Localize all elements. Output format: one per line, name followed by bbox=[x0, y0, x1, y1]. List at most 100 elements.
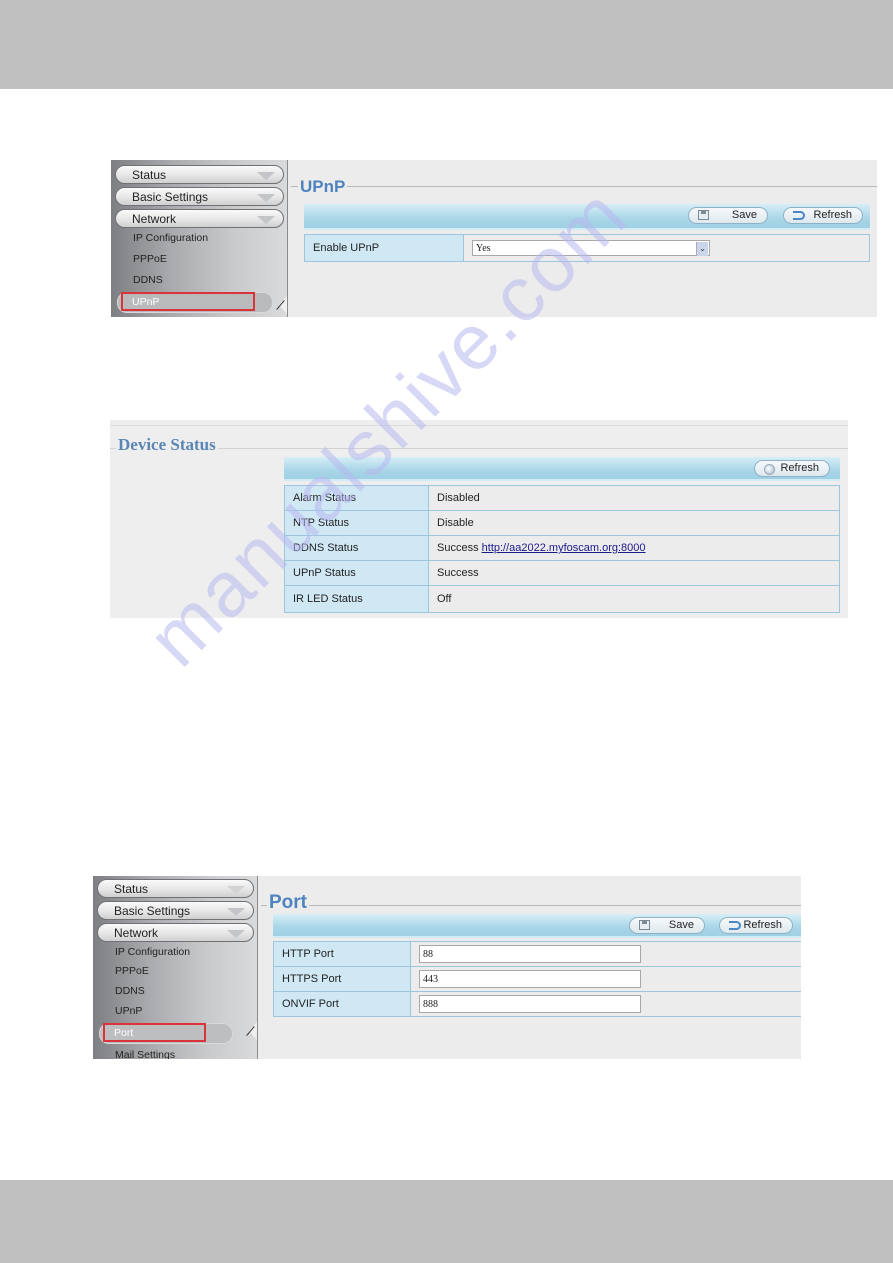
refresh-label: Refresh bbox=[743, 919, 782, 931]
toolbar: Save Refresh bbox=[304, 204, 870, 230]
fieldset-border bbox=[110, 425, 848, 426]
status-label: IR LED Status bbox=[284, 585, 429, 613]
status-value: Success bbox=[428, 560, 840, 586]
port-value: 443 bbox=[410, 966, 801, 992]
chevron-down-icon bbox=[257, 172, 275, 180]
refresh-label: Refresh bbox=[780, 462, 819, 474]
enable-upnp-select[interactable]: Yes ⌄ bbox=[472, 240, 710, 256]
https-port-input[interactable]: 443 bbox=[419, 970, 641, 988]
refresh-button[interactable]: Refresh bbox=[783, 207, 863, 224]
sidebar-item-mail-settings[interactable]: Mail Settings bbox=[93, 1044, 257, 1059]
save-button[interactable]: Save bbox=[629, 917, 705, 934]
device-status-table: Alarm Status Disabled NTP Status Disable… bbox=[284, 485, 840, 613]
save-button[interactable]: Save bbox=[688, 207, 768, 224]
menu-network[interactable]: Network bbox=[97, 923, 254, 942]
sidebar-item-port[interactable]: Port bbox=[99, 1023, 233, 1044]
section-title: Device Status bbox=[116, 435, 218, 455]
toolbar: Save Refresh bbox=[273, 914, 801, 938]
menu-label: Basic Settings bbox=[114, 904, 191, 918]
sidebar-item-ddns[interactable]: DDNS bbox=[111, 270, 287, 291]
port-label: HTTP Port bbox=[273, 941, 411, 967]
sidebar-item-ddns[interactable]: DDNS bbox=[93, 981, 257, 1001]
select-value: Yes bbox=[476, 243, 491, 254]
chevron-down-icon bbox=[227, 908, 245, 916]
menu-basic-settings[interactable]: Basic Settings bbox=[97, 901, 254, 920]
port-settings-screenshot: Status Basic Settings Network IP Configu… bbox=[93, 876, 801, 1059]
status-value: Success http://aa2022.myfoscam.org:8000 bbox=[428, 535, 840, 561]
menu-label: Status bbox=[114, 882, 149, 896]
menu-label: Status bbox=[132, 168, 167, 182]
save-icon bbox=[698, 210, 709, 220]
menu-network[interactable]: Network bbox=[115, 209, 284, 228]
refresh-icon bbox=[729, 921, 741, 930]
page-footer-band bbox=[0, 1180, 893, 1263]
menu-label: Basic Settings bbox=[132, 190, 209, 204]
port-value: 88 bbox=[410, 941, 801, 967]
highlight-box bbox=[121, 292, 255, 311]
save-label: Save bbox=[731, 209, 757, 221]
section-title: UPnP bbox=[298, 177, 348, 197]
status-value: Disabled bbox=[428, 485, 840, 511]
table-row: UPnP Status Success bbox=[284, 560, 840, 586]
menu-status[interactable]: Status bbox=[115, 165, 284, 184]
toolbar: Refresh bbox=[284, 457, 840, 481]
status-label: Alarm Status bbox=[284, 485, 429, 511]
table-row: ONVIF Port 888 bbox=[273, 991, 801, 1017]
port-value: 888 bbox=[410, 991, 801, 1017]
table-row: Enable UPnP Yes ⌄ bbox=[304, 234, 870, 262]
sidebar: Status Basic Settings Network IP Configu… bbox=[93, 876, 258, 1059]
status-value: Off bbox=[428, 585, 840, 613]
refresh-label: Refresh bbox=[813, 209, 852, 221]
save-icon bbox=[639, 920, 650, 930]
refresh-icon bbox=[764, 464, 775, 475]
menu-basic-settings[interactable]: Basic Settings bbox=[115, 187, 284, 206]
chevron-down-icon bbox=[227, 930, 245, 938]
status-label: UPnP Status bbox=[284, 560, 429, 586]
onvif-port-input[interactable]: 888 bbox=[419, 995, 641, 1013]
table-row: DDNS Status Success http://aa2022.myfosc… bbox=[284, 535, 840, 561]
upnp-settings-screenshot: Status Basic Settings Network IP Configu… bbox=[111, 160, 877, 317]
table-row: IR LED Status Off bbox=[284, 585, 840, 613]
chevron-down-icon bbox=[257, 194, 275, 202]
port-label: HTTPS Port bbox=[273, 966, 411, 992]
sidebar-item-pppoe[interactable]: PPPoE bbox=[111, 249, 287, 270]
port-label: ONVIF Port bbox=[273, 991, 411, 1017]
save-label: Save bbox=[668, 919, 694, 931]
table-row: HTTP Port 88 bbox=[273, 941, 801, 967]
fieldset-border bbox=[110, 448, 848, 449]
page-header-band bbox=[0, 0, 893, 89]
sidebar-item-ip-configuration[interactable]: IP Configuration bbox=[111, 228, 287, 249]
ddns-url-link[interactable]: http://aa2022.myfoscam.org:8000 bbox=[482, 542, 646, 554]
status-label: DDNS Status bbox=[284, 535, 429, 561]
sidebar-item-upnp[interactable]: UPnP bbox=[117, 292, 273, 313]
http-port-input[interactable]: 88 bbox=[419, 945, 641, 963]
status-text: Success bbox=[437, 542, 479, 554]
collapse-sidebar-handle[interactable] bbox=[279, 296, 287, 314]
dropdown-arrow-icon[interactable]: ⌄ bbox=[696, 242, 708, 256]
section-title: Port bbox=[267, 892, 309, 914]
sidebar: Status Basic Settings Network IP Configu… bbox=[111, 160, 288, 317]
table-row: Alarm Status Disabled bbox=[284, 485, 840, 511]
field-label: Enable UPnP bbox=[304, 234, 464, 262]
menu-label: Network bbox=[114, 926, 159, 940]
port-table: HTTP Port 88 HTTPS Port 443 ONVIF Port 8… bbox=[273, 941, 801, 1017]
upnp-form: Enable UPnP Yes ⌄ bbox=[304, 234, 870, 262]
field-value: Yes ⌄ bbox=[463, 234, 870, 262]
sidebar-item-upnp[interactable]: UPnP bbox=[93, 1001, 257, 1022]
menu-label: Network bbox=[132, 212, 177, 226]
sidebar-item-pppoe[interactable]: PPPoE bbox=[93, 962, 257, 981]
table-row: HTTPS Port 443 bbox=[273, 966, 801, 992]
fieldset-border bbox=[291, 186, 877, 187]
device-status-screenshot: Device Status Refresh Alarm Status Disab… bbox=[110, 420, 848, 618]
refresh-button[interactable]: Refresh bbox=[754, 460, 830, 477]
sidebar-item-ip-configuration[interactable]: IP Configuration bbox=[93, 942, 257, 962]
fieldset-border bbox=[261, 905, 801, 906]
refresh-button[interactable]: Refresh bbox=[719, 917, 793, 934]
status-label: NTP Status bbox=[284, 510, 429, 536]
menu-status[interactable]: Status bbox=[97, 879, 254, 898]
chevron-down-icon bbox=[257, 216, 275, 224]
table-row: NTP Status Disable bbox=[284, 510, 840, 536]
status-value: Disable bbox=[428, 510, 840, 536]
refresh-icon bbox=[793, 211, 805, 220]
collapse-sidebar-handle[interactable] bbox=[249, 1022, 257, 1040]
